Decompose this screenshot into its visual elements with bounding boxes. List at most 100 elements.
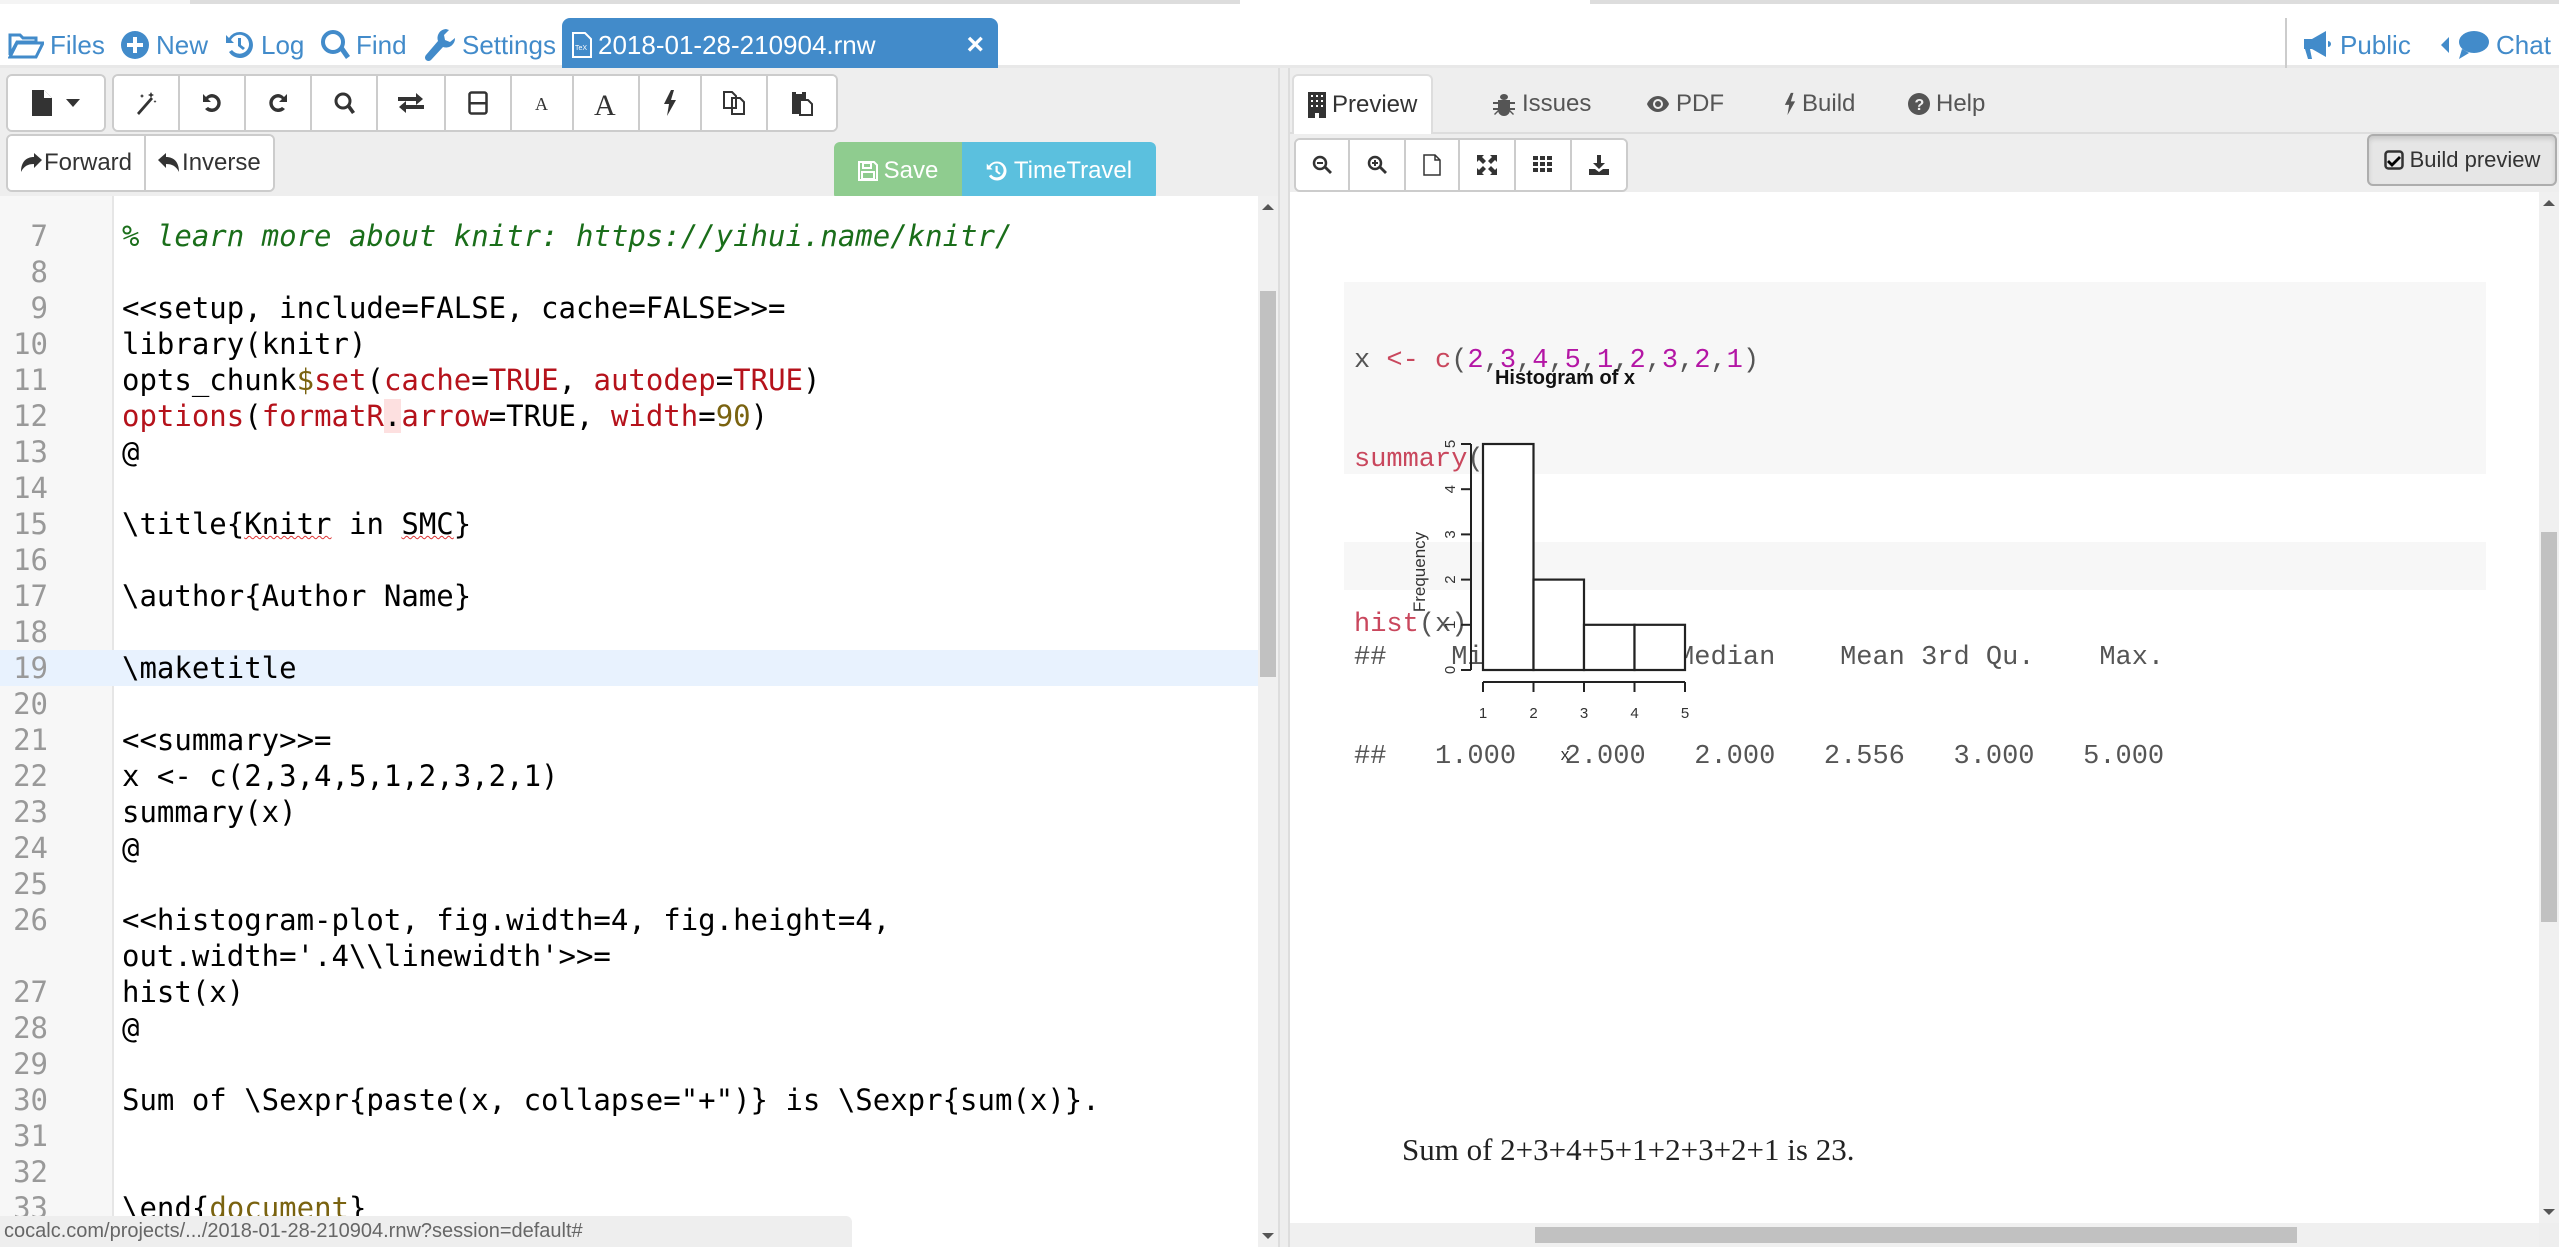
editor-line[interactable]: 22 x <- c(2,3,4,5,1,2,3,2,1) (0, 758, 1262, 794)
editor-line[interactable]: 31 (0, 1118, 1262, 1154)
line-number: 10 (13, 327, 48, 361)
editor-line[interactable]: 11 opts_chunk$set(cache=TRUE, autodep=TRU… (0, 362, 1262, 398)
editor-line[interactable]: 17 \author{Author Name} (0, 578, 1262, 614)
nav-files[interactable]: Files (8, 28, 105, 62)
nav-settings[interactable]: Settings (424, 28, 556, 62)
grid-view-button[interactable] (1516, 140, 1572, 190)
editor-line[interactable]: 10 library(knitr) (0, 326, 1262, 362)
line-number: 7 (30, 219, 48, 253)
replace-button[interactable] (378, 76, 446, 130)
nav-log[interactable]: Log (225, 28, 304, 62)
nav-new[interactable]: New (120, 28, 208, 62)
editor-line[interactable]: 15 \title{Knitr in SMC} (0, 506, 1262, 542)
close-tab-button[interactable]: × (966, 28, 984, 62)
tab-pdf[interactable]: PDF (1646, 74, 1724, 134)
nav-public[interactable]: Public (2302, 28, 2411, 62)
nav-find[interactable]: Find (320, 28, 407, 62)
bolt-icon (664, 90, 676, 116)
editor-line[interactable]: 23 summary(x) (0, 794, 1262, 830)
zoom-out-button[interactable] (1296, 140, 1350, 190)
edit-toolbar: A A (112, 74, 838, 132)
editor-line[interactable]: 8 (0, 254, 1262, 290)
save-button[interactable]: Save (834, 142, 962, 200)
build-preview-button[interactable]: Build preview (2367, 134, 2557, 186)
line-number: 21 (13, 723, 48, 757)
nav-chat[interactable]: Chat (2440, 28, 2551, 62)
split-view-button[interactable] (446, 76, 512, 130)
format-button[interactable] (114, 76, 180, 130)
scroll-up-arrow[interactable] (1262, 204, 1274, 210)
tab-issues[interactable]: Issues (1492, 74, 1591, 134)
y-axis-label: Frequency (1410, 531, 1429, 612)
editor-line[interactable]: 21 <<summary>>= (0, 722, 1262, 758)
editor-line[interactable]: 32 (0, 1154, 1262, 1190)
editor-line[interactable]: 26 <<histogram-plot, fig.width=4, fig.hei… (0, 902, 1262, 938)
editor-line[interactable]: 14 (0, 470, 1262, 506)
file-icon (32, 90, 52, 116)
line-code: options(formatR.arrow=TRUE, width=90) (122, 399, 769, 433)
search-button[interactable] (312, 76, 378, 130)
paste-button[interactable] (768, 76, 836, 130)
pane-divider[interactable] (1278, 68, 1290, 1247)
inverse-sync-button[interactable]: Inverse (146, 136, 273, 190)
editor-line[interactable]: 13 @ (0, 434, 1262, 470)
editor-line[interactable]: 19 \maketitle (0, 650, 1262, 686)
fit-width-button[interactable] (1460, 140, 1516, 190)
file-tab-label: 2018-01-28-210904.rnw (598, 29, 876, 60)
hscrollbar-thumb[interactable] (1535, 1227, 2297, 1243)
editor-line[interactable]: 29 (0, 1046, 1262, 1082)
editor-line[interactable]: 12 options(formatR.arrow=TRUE, width=90) (0, 398, 1262, 434)
file-page-icon (1423, 154, 1441, 176)
copy-button[interactable] (702, 76, 768, 130)
scrollbar-thumb[interactable] (1260, 291, 1276, 677)
sync-toolbar: Forward Inverse (6, 134, 275, 192)
editor-line[interactable]: 18 (0, 614, 1262, 650)
fit-page-button[interactable] (1406, 140, 1460, 190)
run-button[interactable] (640, 76, 702, 130)
editor-line[interactable]: 7 % learn more about knitr: https://yihui… (0, 218, 1262, 254)
decrease-font-button[interactable]: A (512, 76, 574, 130)
comment-icon (2459, 31, 2489, 59)
download-button[interactable] (1572, 140, 1626, 190)
scroll-down-arrow[interactable] (1262, 1233, 1274, 1239)
forward-sync-button[interactable]: Forward (8, 136, 147, 190)
line-code: x <- c(2,3,4,5,1,2,3,2,1) (122, 759, 559, 793)
line-code: <<summary>>= (122, 723, 332, 757)
tab-help[interactable]: ? Help (1908, 74, 1985, 134)
folder-open-icon (8, 33, 44, 59)
preview-scrollbar[interactable] (2539, 192, 2559, 1223)
scroll-down-arrow[interactable] (2543, 1209, 2555, 1215)
file-tab[interactable]: TeX 2018-01-28-210904.rnw × (562, 18, 998, 72)
increase-font-button[interactable]: A (574, 76, 640, 130)
editor-line[interactable]: 9 <<setup, include=FALSE, cache=FALSE>>= (0, 290, 1262, 326)
font-small-icon: A (535, 94, 548, 112)
line-code: \author{Author Name} (122, 579, 472, 613)
editor-line[interactable]: out.width='.4\\linewidth'>>= (0, 938, 1262, 974)
tab-build[interactable]: Build (1784, 74, 1855, 134)
line-code: \title{Knitr in SMC} (122, 507, 472, 541)
editor-scrollbar[interactable] (1258, 196, 1278, 1247)
file-menu-button[interactable] (8, 76, 104, 130)
line-number: 29 (13, 1047, 48, 1081)
editor-line[interactable]: 25 (0, 866, 1262, 902)
scroll-up-arrow[interactable] (2543, 200, 2555, 206)
tab-preview[interactable]: Preview (1292, 74, 1434, 134)
editor-line[interactable]: 16 (0, 542, 1262, 578)
editor-line[interactable]: 24 @ (0, 830, 1262, 866)
scrollbar-thumb[interactable] (2541, 532, 2557, 922)
plus-circle-icon (121, 31, 149, 59)
timetravel-button[interactable]: TimeTravel (962, 142, 1156, 200)
zoom-in-button[interactable] (1350, 140, 1406, 190)
editor-line[interactable]: 27 hist(x) (0, 974, 1262, 1010)
undo-button[interactable] (180, 76, 246, 130)
editor-line[interactable]: 20 (0, 686, 1262, 722)
redo-button[interactable] (246, 76, 312, 130)
line-number: 14 (13, 471, 48, 505)
preview-document: x <- c(2,3,4,5,1,2,3,2,1) summary(x) ## … (1290, 192, 2539, 1223)
grid-icon (1533, 156, 1552, 172)
code-editor[interactable]: 6 7 % learn more about knitr: https://yih… (0, 196, 1262, 1247)
editor-line[interactable]: 30 Sum of \Sexpr{paste(x, collapse="+")} … (0, 1082, 1262, 1118)
editor-line[interactable]: 28 @ (0, 1010, 1262, 1046)
top-navigation: Files New Log Find Settings TeX 2018-01-… (0, 4, 2559, 72)
preview-hscrollbar[interactable] (1290, 1223, 2539, 1247)
